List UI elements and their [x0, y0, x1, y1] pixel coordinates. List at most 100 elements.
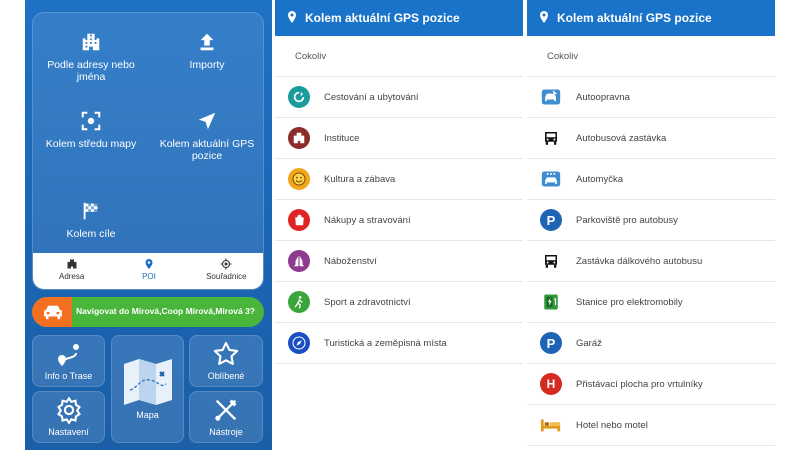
tools-button[interactable]: Nástroje [189, 391, 263, 443]
car-icon [44, 305, 62, 320]
around-map-center-button[interactable]: Kolem středu mapy [33, 110, 149, 190]
folded-map-icon [123, 359, 172, 405]
category-label: Turistická a zeměpisná místa [324, 337, 447, 349]
runner-icon [288, 291, 310, 313]
panel3-title: Kolem aktuální GPS pozice [557, 11, 712, 25]
tab-poi[interactable]: POI [110, 253, 187, 289]
tab-address[interactable]: Adresa [33, 253, 110, 289]
panel2-header: Kolem aktuální GPS pozice [275, 0, 523, 36]
settings-button[interactable]: Nastavení [32, 391, 105, 443]
category-sport-row[interactable]: Sport a zdravotnictví [275, 282, 523, 323]
building-icon [67, 259, 77, 269]
map-button[interactable]: Mapa [111, 335, 184, 443]
category-label: Cestování a ubytování [324, 91, 419, 103]
category-shopping-row[interactable]: Nákupy a stravování [275, 200, 523, 241]
subcategory-label: Zastávka dálkového autobusu [576, 255, 703, 267]
navigate-label: Navigovat do Mírová,Coop Mírová,Mírová 3… [76, 306, 256, 316]
subcategory-garage-row[interactable]: P Garáž [527, 323, 775, 364]
subcategory-label: Přistávací plocha pro vrtulníky [576, 378, 703, 390]
checkered-flag-icon [83, 202, 98, 220]
gear-icon [56, 396, 81, 424]
crosshair-icon [220, 258, 232, 270]
travel-icon [288, 86, 310, 108]
route-icon [57, 344, 79, 366]
helipad-icon: H [540, 373, 562, 395]
subcategory-label: Autoopravna [576, 91, 630, 103]
tab-coordinates-label: Souřadnice [206, 272, 247, 281]
poi-subcategories-panel: Kolem aktuální GPS pozice Cokoliv Autoop… [527, 0, 775, 450]
subcategory-car-repair-row[interactable]: Autoopravna [527, 77, 775, 118]
praying-hands-icon [288, 250, 310, 272]
search-by-address-button[interactable]: Podle adresy nebo jména [33, 31, 149, 111]
main-menu-panel: Podle adresy nebo jména Importy Kolem st… [25, 0, 272, 450]
tools-label: Nástroje [209, 427, 243, 437]
tab-address-label: Adresa [58, 272, 85, 281]
panel2-any-row[interactable]: Cokoliv [275, 36, 523, 77]
imports-label: Importy [189, 59, 225, 71]
shopping-bag-icon [288, 209, 310, 231]
around-gps-position-button[interactable]: Kolem aktuální GPS pozice [149, 110, 263, 190]
search-tab-bar: Adresa POI Souřadnice [33, 253, 263, 289]
subcategory-label: Hotel nebo motel [576, 419, 648, 431]
subcategory-car-wash-row[interactable]: Automyčka [527, 159, 775, 200]
category-label: Instituce [324, 132, 360, 144]
navigate-to-destination-button[interactable]: Navigovat do Mírová,Coop Mírová,Mírová 3… [32, 297, 264, 327]
car-icon-container [32, 297, 72, 327]
subcategory-label: Stanice pro elektromobily [576, 296, 683, 308]
subcategory-label: Autobusová zastávka [576, 132, 667, 144]
search-options-card: Podle adresy nebo jména Importy Kolem st… [32, 12, 264, 290]
category-label: Sport a zdravotnictví [324, 296, 411, 308]
compass-icon [288, 332, 310, 354]
map-center-icon [81, 111, 101, 131]
subcategory-label: Automyčka [576, 173, 623, 185]
bus-parking-icon: P [540, 209, 562, 231]
category-travel-row[interactable]: Cestování a ubytování [275, 77, 523, 118]
subcategory-bus-parking-row[interactable]: P Parkoviště pro autobusy [527, 200, 775, 241]
subcategory-helipad-row[interactable]: H Přistávací plocha pro vrtulníky [527, 364, 775, 405]
panel2-title: Kolem aktuální GPS pozice [305, 11, 460, 25]
poi-categories-panel: Kolem aktuální GPS pozice Cokoliv Cestov… [275, 0, 523, 450]
subcategory-hotel-row[interactable]: Hotel nebo motel [527, 405, 775, 446]
location-pin-icon [288, 11, 296, 23]
category-label: Náboženství [324, 255, 377, 267]
tab-poi-label: POI [142, 272, 156, 281]
garage-icon: P [540, 332, 562, 354]
map-pin-icon [145, 259, 153, 269]
favorites-label: Oblíbené [207, 371, 245, 381]
panel3-header: Kolem aktuální GPS pozice [527, 0, 775, 36]
institution-icon [288, 127, 310, 149]
category-institutions-row[interactable]: Instituce [275, 118, 523, 159]
wrench-screwdriver-icon [215, 399, 237, 421]
screenshot-collage: Podle adresy nebo jména Importy Kolem st… [0, 0, 800, 450]
car-wash-icon [540, 168, 562, 190]
navigation-arrow-icon [198, 112, 216, 130]
subcategory-coach-stop-row[interactable]: Zastávka dálkového autobusu [527, 241, 775, 282]
tab-coordinates[interactable]: Souřadnice [188, 253, 263, 289]
map-label: Mapa [136, 410, 159, 420]
car-repair-icon [540, 86, 562, 108]
bed-icon [540, 414, 562, 436]
category-tourism-row[interactable]: Turistická a zeměpisná místa [275, 323, 523, 364]
route-info-button[interactable]: Info o Trase [32, 335, 105, 387]
subcategory-bus-stop-row[interactable]: Autobusová zastávka [527, 118, 775, 159]
favorites-button[interactable]: Oblíbené [189, 335, 263, 387]
panel3-any-row[interactable]: Cokoliv [527, 36, 775, 77]
panel2-any-label: Cokoliv [295, 51, 327, 62]
category-religion-row[interactable]: Náboženství [275, 241, 523, 282]
category-label: Nákupy a stravování [324, 214, 411, 226]
category-culture-row[interactable]: Kultura a zábava [275, 159, 523, 200]
location-pin-icon [540, 11, 548, 23]
route-info-label: Info o Trase [44, 371, 93, 381]
settings-label: Nastavení [48, 427, 89, 437]
bus-icon [540, 127, 562, 149]
coach-icon [540, 250, 562, 272]
imports-button[interactable]: Importy [149, 31, 263, 111]
around-destination-label: Kolem cíle [66, 228, 116, 240]
star-icon [213, 341, 239, 365]
subcategory-label: Parkoviště pro autobusy [576, 214, 678, 226]
search-by-address-label: Podle adresy nebo jména [47, 59, 135, 83]
subcategory-ev-station-row[interactable]: Stanice pro elektromobily [527, 282, 775, 323]
ev-charging-icon [540, 291, 562, 313]
upload-icon [200, 33, 214, 51]
building-icon [82, 33, 100, 51]
